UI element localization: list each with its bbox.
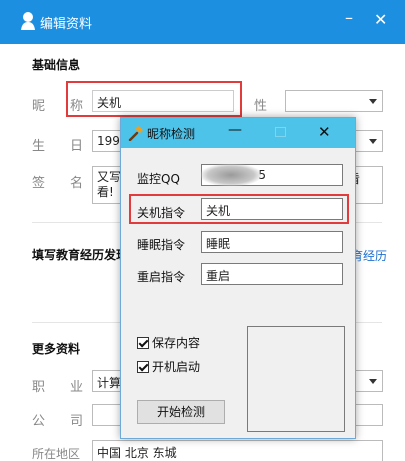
education-link[interactable]: 育经历 xyxy=(351,247,387,264)
dialog-titlebar: 昵称检测 — ✕ xyxy=(121,118,355,148)
dialog-title: 昵称检测 xyxy=(147,127,196,141)
shutdown-highlight xyxy=(129,194,349,224)
company-label-b: 司 xyxy=(70,414,84,429)
restart-label: 重启指令 xyxy=(137,270,186,284)
autostart-label: 开机启动 xyxy=(152,360,201,374)
location-select[interactable]: 中国 北京 东城 xyxy=(92,440,383,461)
main-window-title: 编辑资料 xyxy=(40,17,93,32)
close-button[interactable]: ✕ xyxy=(374,10,387,29)
blurred-qq-number xyxy=(201,164,261,186)
checkbox-checked-icon xyxy=(137,361,149,373)
start-detect-button[interactable]: 开始检测 xyxy=(137,400,225,424)
more-info-heading: 更多资料 xyxy=(32,342,81,356)
job-label-b: 业 xyxy=(70,380,84,395)
main-titlebar: 编辑资料 – ✕ xyxy=(0,0,405,44)
log-panel xyxy=(247,326,345,432)
signature-label-a: 签 xyxy=(32,176,46,191)
nickname-detect-dialog: 昵称检测 — ✕ 监控QQ 5 关机指令 关机 睡眠指令 睡眠 重启指令 重启 … xyxy=(120,117,356,439)
save-content-checkbox[interactable]: 保存内容 xyxy=(137,334,200,351)
sleep-label: 睡眠指令 xyxy=(137,238,186,252)
gender-select[interactable] xyxy=(285,90,383,112)
education-heading: 填写教育经历发现 xyxy=(32,248,129,262)
dialog-close-button[interactable]: ✕ xyxy=(318,123,331,141)
location-label: 所在地区 xyxy=(32,447,81,461)
chevron-down-icon xyxy=(369,379,377,384)
person-icon xyxy=(21,12,35,30)
autostart-checkbox[interactable]: 开机启动 xyxy=(137,358,200,375)
signature-label-b: 名 xyxy=(70,176,84,191)
checkbox-checked-icon xyxy=(137,337,149,349)
birthday-day-select[interactable] xyxy=(356,130,383,152)
sleep-input[interactable]: 睡眠 xyxy=(201,231,343,253)
nickname-label-a: 昵 xyxy=(32,99,46,114)
chevron-down-icon xyxy=(369,99,377,104)
birthday-label-b: 日 xyxy=(70,139,84,154)
restart-input[interactable]: 重启 xyxy=(201,263,343,285)
company-label-a: 公 xyxy=(32,414,46,429)
basic-info-heading: 基础信息 xyxy=(32,58,81,72)
qq-label: 监控QQ xyxy=(137,172,180,186)
birthday-label-a: 生 xyxy=(32,139,46,154)
company-input-right[interactable] xyxy=(356,404,383,426)
minimize-button[interactable]: – xyxy=(345,8,353,27)
nickname-highlight xyxy=(66,81,242,117)
hammer-icon xyxy=(128,126,143,141)
gender-label-a: 性 xyxy=(254,99,268,114)
job-select-right[interactable] xyxy=(356,370,383,392)
chevron-down-icon xyxy=(369,139,377,144)
dialog-minimize-button[interactable]: — xyxy=(228,122,242,138)
dialog-maximize-button xyxy=(275,127,286,137)
job-label-a: 职 xyxy=(32,380,46,395)
save-content-label: 保存内容 xyxy=(152,336,201,350)
